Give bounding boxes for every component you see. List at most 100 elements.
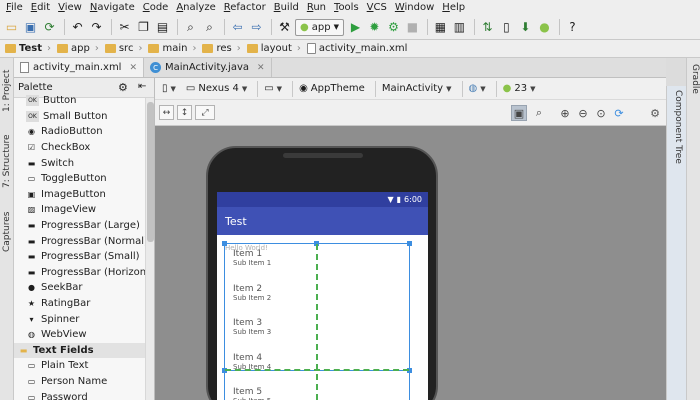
component-tree-panel-tab[interactable]: Component Tree [666, 86, 686, 400]
zoom-actual-icon[interactable]: ▣ [511, 105, 527, 121]
locale-select[interactable]: ◍ ▼ [466, 80, 489, 98]
palette-item[interactable]: ▣ ImageButton [14, 187, 154, 203]
palette-item[interactable]: ▬ ProgressBar (Normal) [14, 233, 154, 249]
menu-navigate[interactable]: Navigate [86, 0, 139, 15]
make-project-icon[interactable]: ⚒ [276, 19, 293, 36]
palette-item[interactable]: ▭ Password [14, 389, 154, 400]
list-item[interactable]: Item 5Sub Item 5 [233, 387, 413, 400]
gradle-tool-tab[interactable]: Gradle [688, 64, 700, 104]
stop-icon[interactable]: ■ [404, 19, 421, 36]
theme-select[interactable]: ◉ AppTheme [296, 80, 368, 98]
list-item[interactable]: Item 3 Sub Item 3 [233, 318, 413, 336]
palette-item[interactable]: OK Button [14, 93, 154, 109]
project-tool-tab[interactable]: 1: Project [1, 64, 13, 112]
editor-tab[interactable]: C MainActivity.java ✕ [144, 58, 272, 77]
open-folder-icon[interactable]: ▭ [3, 19, 20, 36]
paste-icon[interactable]: ▤ [154, 19, 171, 36]
palette-item[interactable]: ▬ ProgressBar (Large) [14, 218, 154, 234]
menu-run[interactable]: Run [303, 0, 330, 15]
menu-analyze[interactable]: Analyze [172, 0, 219, 15]
list-item[interactable]: Item 1 Sub Item 1 [233, 249, 413, 267]
breadcrumb-item[interactable]: src › [102, 43, 146, 54]
replace-icon[interactable]: ⌕ [201, 19, 218, 36]
zoom-reset-icon[interactable]: ⊙ [593, 105, 609, 121]
orientation-select[interactable]: ▭ ▼ [261, 80, 285, 98]
back-icon[interactable]: ⇦ [229, 19, 246, 36]
zoom-fit-icon[interactable]: ⌕ [531, 105, 547, 121]
gradle-sync-icon[interactable]: ⇅ [479, 19, 496, 36]
palette-item[interactable]: ▬ ProgressBar (Small) [14, 249, 154, 265]
palette-item[interactable]: OK Small Button [14, 109, 154, 125]
find-icon[interactable]: ⌕ [182, 19, 199, 36]
palette-item[interactable]: ▭ ToggleButton [14, 171, 154, 187]
close-icon[interactable]: ✕ [257, 63, 265, 73]
refresh-icon[interactable]: ⟳ [611, 105, 627, 121]
scrollbar-thumb[interactable] [147, 102, 154, 242]
editor-tab[interactable]: activity_main.xml ✕ [14, 58, 145, 77]
cut-icon[interactable]: ✂ [116, 19, 133, 36]
resize-horizontal-icon[interactable]: ↔ [159, 105, 174, 120]
project-structure-icon[interactable]: ▦ [432, 19, 449, 36]
layout-file-select[interactable]: ▯ ▼ [159, 80, 179, 98]
list-item[interactable]: Item 2 Sub Item 2 [233, 284, 413, 302]
forward-icon[interactable]: ⇨ [248, 19, 265, 36]
palette-item[interactable]: ● SeekBar [14, 280, 154, 296]
android-monitor-icon[interactable]: ● [536, 19, 553, 36]
zoom-out-icon[interactable]: ⊖ [575, 105, 591, 121]
palette-section[interactable]: ▬ Text Fields [14, 342, 154, 359]
activity-select[interactable]: MainActivity ▼ [379, 80, 455, 98]
menu-tools[interactable]: Tools [330, 0, 363, 15]
attach-debugger-icon[interactable]: ⚙ [385, 19, 402, 36]
palette-item[interactable]: ▬ ProgressBar (Horizontal) [14, 265, 154, 281]
palette-scrollbar[interactable] [145, 98, 154, 400]
structure-tool-tab[interactable]: 7: Structure [1, 130, 13, 189]
resize-handle[interactable] [407, 241, 412, 246]
run-config-select[interactable]: ● app ▼ [295, 18, 344, 36]
resize-handle[interactable] [222, 241, 227, 246]
menu-refactor[interactable]: Refactor [220, 0, 270, 15]
breadcrumb-item[interactable]: main › [145, 43, 199, 54]
menu-vcs[interactable]: VCS [363, 0, 391, 15]
device-select[interactable]: ▭ Nexus 4 ▼ [183, 80, 250, 98]
menu-help[interactable]: Help [438, 0, 469, 15]
api-level-select[interactable]: ● 23 ▼ [500, 80, 539, 98]
hide-panel-icon[interactable]: ⇤ [138, 81, 146, 92]
menu-view[interactable]: View [54, 0, 86, 15]
palette-item[interactable]: ▬ Switch [14, 155, 154, 171]
breadcrumb-item[interactable]: res › [199, 43, 243, 54]
palette-item[interactable]: ★ RatingBar [14, 296, 154, 312]
palette-item[interactable]: ◍ WebView [14, 327, 154, 343]
help-icon[interactable]: ? [564, 19, 581, 36]
close-icon[interactable]: ✕ [129, 63, 137, 73]
device-screen[interactable]: ▼ ▮ 6:00 Test Hello World! Item 1 Sub Ite… [217, 192, 428, 400]
settings-icon[interactable]: ▥ [451, 19, 468, 36]
zoom-in-icon[interactable]: ⊕ [557, 105, 573, 121]
run-icon[interactable]: ▶ [347, 19, 364, 36]
sync-icon[interactable]: ⟳ [41, 19, 58, 36]
menu-window[interactable]: Window [391, 0, 438, 15]
palette-item[interactable]: ▭ Plain Text [14, 358, 154, 374]
menu-code[interactable]: Code [139, 0, 173, 15]
menu-edit[interactable]: Edit [27, 0, 54, 15]
breadcrumb-item[interactable]: activity_main.xml [304, 43, 410, 54]
palette-item[interactable]: ▭ Person Name [14, 374, 154, 390]
sdk-manager-icon[interactable]: ⬇ [517, 19, 534, 36]
app-bar[interactable]: Test [217, 207, 428, 235]
resize-vertical-icon[interactable]: ↕ [177, 105, 192, 120]
settings-icon[interactable]: ⚙ [647, 105, 663, 121]
palette-item[interactable]: ▨ ImageView [14, 202, 154, 218]
save-icon[interactable]: ▣ [22, 19, 39, 36]
palette-item[interactable]: ☑ CheckBox [14, 140, 154, 156]
undo-icon[interactable]: ↶ [69, 19, 86, 36]
redo-icon[interactable]: ↷ [88, 19, 105, 36]
menu-build[interactable]: Build [270, 0, 303, 15]
avd-manager-icon[interactable]: ▯ [498, 19, 515, 36]
menu-file[interactable]: File [2, 0, 27, 15]
palette-item[interactable]: ◉ RadioButton [14, 124, 154, 140]
breadcrumb-item[interactable]: app › [54, 43, 102, 54]
captures-tool-tab[interactable]: Captures [1, 206, 13, 252]
breadcrumb-item[interactable]: layout › [244, 43, 304, 54]
debug-icon[interactable]: ✹ [366, 19, 383, 36]
fit-icon[interactable]: ⤢ [195, 105, 215, 120]
palette-item[interactable]: ▾ Spinner [14, 311, 154, 327]
